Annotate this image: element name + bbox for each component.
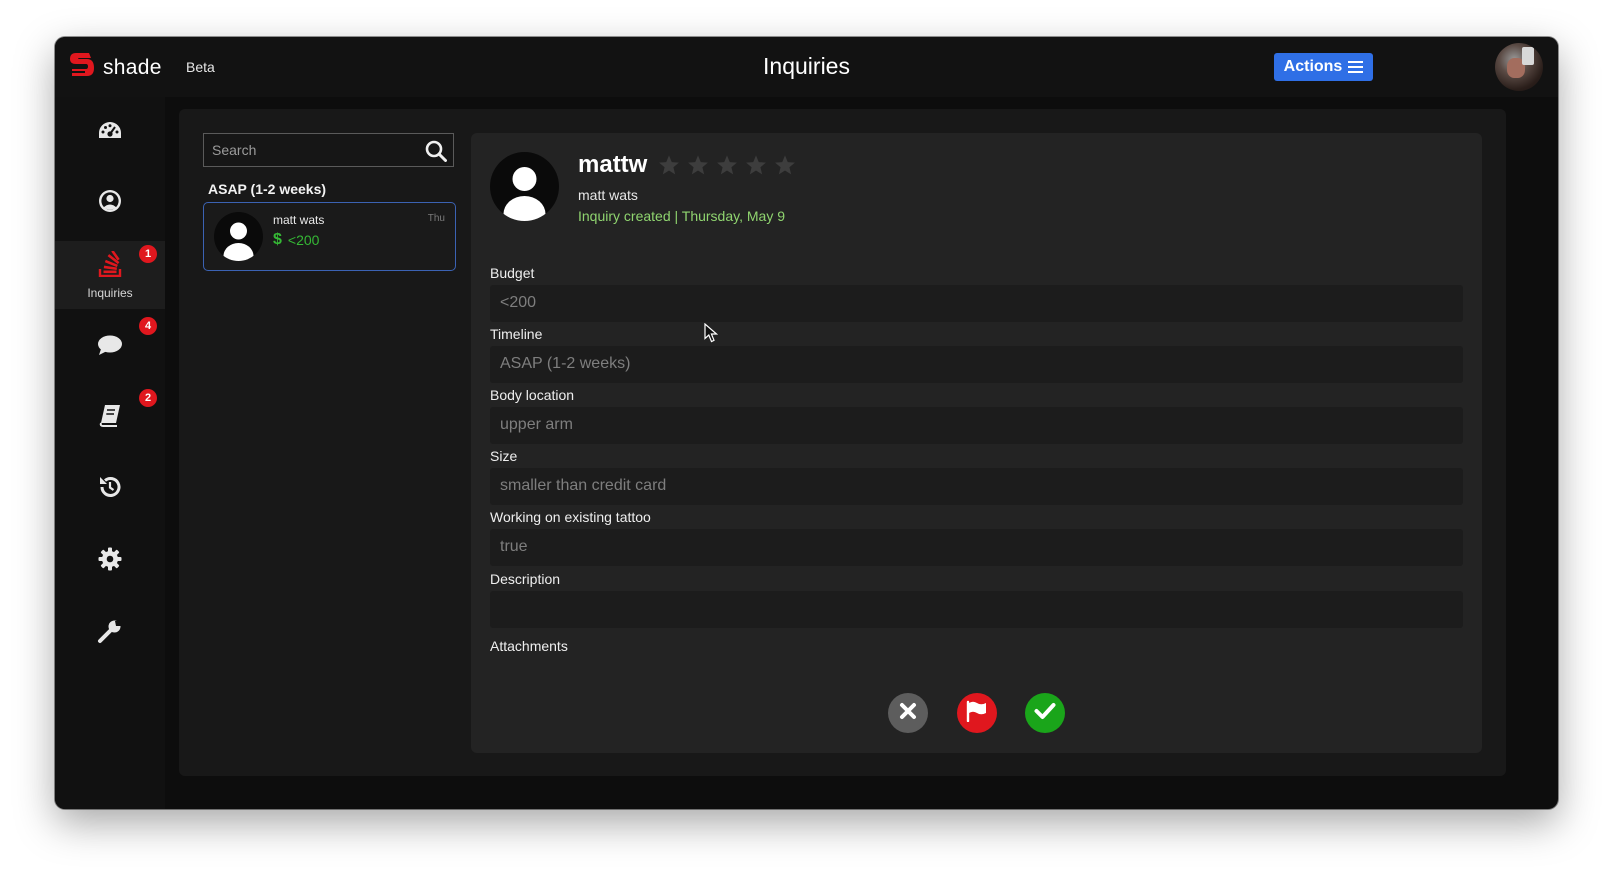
app-window: shade Beta Inquiries Actions Inquiries 1… (55, 37, 1558, 809)
sidebar-item-label: Inquiries (87, 285, 133, 300)
existing-tattoo-field[interactable]: true (490, 529, 1463, 566)
inquiry-group-heading: ASAP (1-2 weeks) (208, 181, 327, 197)
client-username: mattw (578, 151, 648, 178)
actions-label: Actions (1283, 58, 1343, 75)
timeline-field[interactable]: ASAP (1-2 weeks) (490, 346, 1463, 383)
size-field[interactable]: smaller than credit card (490, 468, 1463, 505)
inquiry-detail: mattw matt wats Inquiry created | Thursd… (471, 133, 1482, 753)
inquiry-name: matt wats (273, 213, 325, 227)
size-label: Size (490, 448, 518, 464)
dashboard-icon (97, 120, 123, 147)
avatar (214, 212, 263, 261)
client-avatar (490, 152, 559, 221)
close-icon (899, 702, 917, 725)
sidebar-item-profile[interactable] (55, 169, 165, 237)
star-icon[interactable] (716, 154, 738, 181)
top-bar: shade Beta Inquiries Actions (55, 37, 1558, 97)
main-content: ASAP (1-2 weeks) matt wats Thu $ <200 (179, 109, 1506, 776)
description-field[interactable] (490, 591, 1463, 628)
rating-stars[interactable] (658, 154, 796, 181)
history-icon (97, 474, 123, 505)
budget-label: Budget (490, 265, 535, 281)
inquiries-icon (98, 249, 122, 282)
sidebar-item-dashboard[interactable] (55, 99, 165, 167)
budget-field[interactable]: <200 (490, 285, 1463, 322)
timeline-label: Timeline (490, 326, 543, 342)
book-icon (98, 403, 122, 432)
check-icon (1034, 702, 1056, 725)
star-icon[interactable] (658, 154, 680, 181)
body-location-label: Body location (490, 387, 575, 403)
sidebar-item-settings[interactable] (55, 527, 165, 595)
sidebar-item-history[interactable] (55, 455, 165, 523)
menu-icon (1348, 61, 1364, 73)
actions-button[interactable]: Actions (1274, 53, 1373, 81)
dollar-icon: $ (273, 231, 282, 248)
gear-icon (98, 547, 122, 576)
inquiry-list-item[interactable]: matt wats Thu $ <200 (203, 202, 456, 271)
flag-icon (965, 700, 989, 727)
search-icon[interactable] (425, 140, 447, 167)
inquiry-created-date: Inquiry created | Thursday, May 9 (578, 208, 785, 224)
star-icon[interactable] (745, 154, 767, 181)
description-label: Description (490, 571, 561, 587)
chat-icon (97, 334, 123, 361)
inquiry-budget-value: <200 (287, 232, 320, 248)
star-icon[interactable] (687, 154, 709, 181)
existing-tattoo-label: Working on existing tattoo (490, 509, 651, 525)
book-badge: 2 (139, 389, 157, 407)
attachments-label: Attachments (490, 638, 568, 654)
body-location-field[interactable]: upper arm (490, 407, 1463, 444)
client-full-name: matt wats (578, 187, 638, 203)
inquiry-date: Thu (427, 213, 445, 224)
search-box (203, 133, 454, 167)
inquiries-badge: 1 (139, 245, 157, 263)
profile-icon (97, 188, 123, 219)
wrench-icon (97, 618, 123, 649)
accept-button[interactable] (1025, 693, 1065, 733)
star-icon[interactable] (774, 154, 796, 181)
user-avatar[interactable] (1495, 43, 1543, 91)
inquiry-budget: $ <200 (273, 231, 319, 249)
search-input[interactable] (204, 134, 419, 166)
mouse-cursor-icon (704, 322, 719, 348)
sidebar: Inquiries 1 4 2 (55, 97, 165, 809)
sidebar-item-tools[interactable] (55, 599, 165, 667)
decline-button[interactable] (888, 693, 928, 733)
messages-badge: 4 (139, 317, 157, 335)
flag-button[interactable] (957, 693, 997, 733)
